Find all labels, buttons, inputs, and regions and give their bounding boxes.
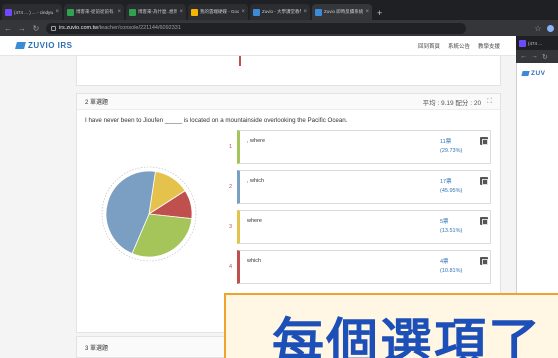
- forward-icon[interactable]: →: [18, 24, 26, 33]
- zuvio-logo[interactable]: ZUVIO IRS: [15, 41, 73, 50]
- question-header: 2 單選題 平均 : 9.19 配分 : 20 ⛶: [77, 94, 500, 110]
- close-icon[interactable]: ×: [179, 9, 183, 15]
- respondents-icon[interactable]: [480, 257, 488, 265]
- option-number: 4: [229, 264, 233, 270]
- option-number: 2: [229, 184, 233, 190]
- nav-announcements-link[interactable]: 系統公告: [448, 42, 470, 50]
- tab-title: 我的雲端硬碟 - Google 雲端...: [200, 9, 240, 14]
- respondents-icon[interactable]: [480, 177, 488, 185]
- new-tab-icon[interactable]: +: [377, 6, 382, 20]
- tab-favicon-icon: [67, 8, 74, 16]
- answer-option[interactable]: where 5票 (13.51%): [237, 210, 491, 244]
- site-header: ZUVIO IRS 回到首頁 系統公告 教學支援: [0, 36, 516, 56]
- option-accent-bar: [239, 56, 241, 66]
- browser-tab[interactable]: 博客來-從前從前有... ×: [64, 4, 124, 20]
- logo-text: ZUV: [531, 70, 546, 77]
- logo-mark-icon: [15, 42, 26, 49]
- tab-title: Zuvio 即時反饋系統: [324, 9, 364, 14]
- close-icon[interactable]: ×: [365, 9, 369, 15]
- answer-option[interactable]: , where 11票 (29.73%): [237, 130, 491, 164]
- header-nav: 回到首頁 系統公告 教學支援: [418, 42, 500, 50]
- close-icon[interactable]: ×: [55, 9, 59, 15]
- option-votes: 4票 (10.81%): [440, 259, 463, 274]
- tab-favicon-icon: [519, 39, 526, 47]
- previous-question-card: [76, 56, 501, 86]
- extension-icon[interactable]: [547, 24, 554, 32]
- back-icon[interactable]: ←: [520, 53, 527, 60]
- secondary-tab-title: (474 ...: [528, 40, 543, 46]
- tab-title: Zuvio - 大學課堂教學互動...: [262, 9, 301, 14]
- back-icon[interactable]: ←: [4, 24, 12, 33]
- tab-title: 博客來-為什麼..想到...: [138, 9, 178, 14]
- nav-home-link[interactable]: 回到首頁: [418, 42, 440, 50]
- overlay-headline: 每個選項了: [272, 315, 543, 358]
- tab-favicon-icon: [253, 8, 260, 16]
- next-question-card: 3 單選題: [76, 336, 226, 358]
- browser-toolbar: ← → ↻ irs.zuvio.com.tw/teacher/console/2…: [0, 20, 558, 36]
- extensions: ☆: [534, 24, 554, 33]
- presentation-overlay: 每個選項了: [224, 293, 558, 358]
- nav-support-link[interactable]: 教學支援: [478, 42, 500, 50]
- close-icon[interactable]: ×: [303, 9, 307, 15]
- logo-mark-icon: [521, 71, 530, 76]
- secondary-toolbar: ← → ↻: [516, 50, 558, 63]
- star-icon[interactable]: ☆: [534, 24, 542, 33]
- url-text: irs.zuvio.com.tw/teacher/console/221144/…: [59, 25, 181, 31]
- option-label: which: [247, 258, 262, 264]
- option-label: where: [247, 218, 262, 224]
- answer-pie-chart: [101, 166, 197, 262]
- browser-tab-active[interactable]: Zuvio 即時反饋系統 ×: [312, 4, 372, 20]
- browser-tab[interactable]: (474 ... ) ... - cindyw... ×: [2, 4, 62, 20]
- browser-tab[interactable]: Zuvio - 大學課堂教學互動...×: [250, 4, 310, 20]
- option-number: 3: [229, 224, 233, 230]
- browser-tab[interactable]: 博客來-為什麼..想到... ×: [126, 4, 186, 20]
- close-icon[interactable]: ×: [241, 9, 245, 15]
- browser-tab-bar: (474 ... ) ... - cindyw... × 博客來-從前從前有...…: [0, 0, 558, 20]
- tab-favicon-icon: [191, 8, 198, 16]
- question-title: 3 單選題: [85, 345, 109, 352]
- tab-title: (474 ... ) ... - cindyw...: [14, 9, 54, 15]
- option-label: , which: [247, 178, 265, 184]
- secondary-logo: ZUV: [521, 70, 546, 77]
- option-votes: 5票 (13.51%): [440, 219, 463, 234]
- respondents-icon[interactable]: [480, 137, 488, 145]
- tab-favicon-icon: [5, 8, 12, 16]
- tab-favicon-icon: [315, 8, 322, 16]
- address-bar[interactable]: irs.zuvio.com.tw/teacher/console/221144/…: [46, 22, 466, 34]
- url-path: /teacher/console/221144/6092331: [98, 25, 181, 31]
- question-title: 2 單選題: [85, 100, 109, 106]
- tab-title: 博客來-從前從前有...: [76, 9, 116, 14]
- option-label: , where: [247, 138, 266, 144]
- option-votes: 17票 (45.95%): [440, 179, 463, 194]
- reload-icon[interactable]: ↻: [32, 24, 40, 33]
- secondary-tab-bar: (474 ...: [516, 36, 558, 50]
- question-text: I have never been to Jioufen _____ is lo…: [85, 117, 348, 124]
- close-icon[interactable]: ×: [117, 9, 121, 15]
- reload-icon[interactable]: ↻: [542, 53, 548, 61]
- expand-icon[interactable]: ⛶: [487, 98, 492, 106]
- tab-favicon-icon: [129, 8, 136, 16]
- option-number: 1: [229, 144, 233, 150]
- url-host: irs.zuvio.com.tw: [59, 25, 99, 31]
- respondents-icon[interactable]: [480, 217, 488, 225]
- answer-option[interactable]: which 4票 (10.81%): [237, 250, 491, 284]
- question-score: 平均 : 9.19 配分 : 20: [422, 99, 482, 107]
- logo-text: ZUVIO IRS: [28, 41, 73, 50]
- answer-option[interactable]: , which 17票 (45.95%): [237, 170, 491, 204]
- forward-icon[interactable]: →: [531, 53, 538, 60]
- browser-tab[interactable]: 我的雲端硬碟 - Google 雲端...×: [188, 4, 248, 20]
- lock-icon: [51, 25, 56, 31]
- option-votes: 11票 (29.73%): [440, 139, 463, 154]
